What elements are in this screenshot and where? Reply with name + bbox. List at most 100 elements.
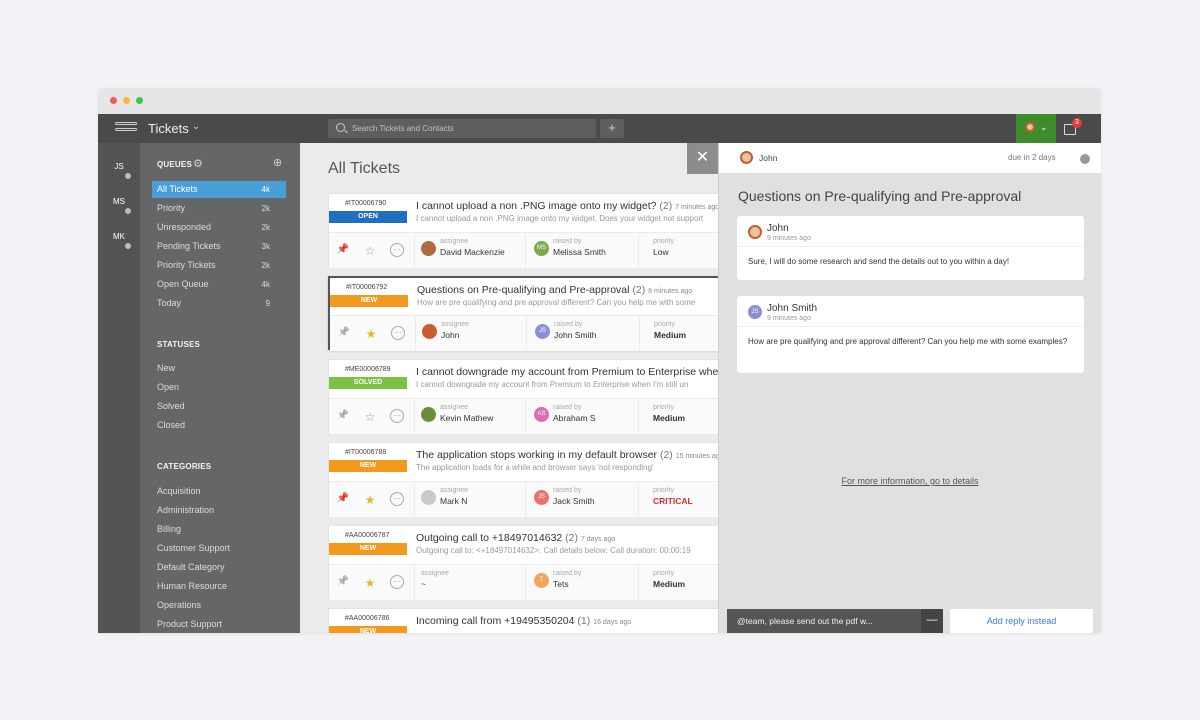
- minimize-window-button[interactable]: [123, 97, 130, 104]
- pin-icon[interactable]: 📌: [336, 493, 350, 504]
- close-detail-button[interactable]: ✕: [687, 143, 718, 174]
- ticket-subject[interactable]: Questions on Pre-qualifying and Pre-appr…: [417, 284, 737, 296]
- ticket-actions: 📌 ☆ ··· assignee David Mackenzie MS raised by M…: [329, 232, 727, 269]
- ticket-card[interactable]: #AA00006787 NEW Outgoing call to +18497014…: [328, 525, 728, 601]
- sidebar-item-category[interactable]: Human Resource: [152, 578, 286, 595]
- sidebar-item-queue[interactable]: Today 9: [152, 295, 286, 312]
- sidebar-item-category[interactable]: Operations: [152, 597, 286, 614]
- ticket-preview: Outgoing call to: <+18497014632>. Call d…: [416, 546, 691, 555]
- sidebar-item-queue[interactable]: Priority 2k: [152, 200, 286, 217]
- assignee-label: assignee: [440, 238, 469, 245]
- sidebar-item-count: 2k: [261, 223, 270, 232]
- app-window: Tickets ⌄ + ⌄ 3 JS MS MK QUEUES ⚙ ⊕ All …: [98, 88, 1101, 633]
- sidebar-item-label: All Tickets: [157, 184, 198, 194]
- assignee-name: ~: [421, 579, 426, 589]
- sidebar-item-queue[interactable]: Open Queue 4k: [152, 276, 286, 293]
- search-input[interactable]: [352, 119, 590, 138]
- agent-avatar[interactable]: JS: [108, 156, 132, 180]
- add-reply-button[interactable]: Add reply instead: [950, 609, 1093, 633]
- sidebar-item-queue[interactable]: Priority Tickets 2k: [152, 257, 286, 274]
- more-options-icon[interactable]: ···: [390, 575, 404, 589]
- ticket-card[interactable]: #IT00006788 NEW The application stops work…: [328, 442, 728, 518]
- divider: [414, 565, 415, 601]
- ticket-list-pane: All Tickets #IT00006790 OPEN I cannot uplo…: [300, 143, 728, 633]
- sidebar-item-category[interactable]: Administration: [152, 502, 286, 519]
- ticket-subject[interactable]: Outgoing call to +18497014632 (2) 7 days…: [416, 532, 736, 544]
- ticket-card[interactable]: #IT00006790 OPEN I cannot upload a non .PN…: [328, 193, 728, 269]
- notifications-button[interactable]: 3: [1064, 118, 1082, 136]
- sidebar-item-status[interactable]: Closed: [152, 417, 286, 434]
- ticket-subject[interactable]: I cannot upload a non .PNG image onto my…: [416, 200, 736, 212]
- sidebar-item-category[interactable]: Customer Support: [152, 540, 286, 557]
- ticket-actions: 📌 ★ ··· assignee John JS raised by John Smith pr…: [330, 315, 726, 352]
- star-icon[interactable]: ☆: [363, 410, 377, 424]
- sidebar-item-category[interactable]: Acquisition: [152, 483, 286, 500]
- pin-icon[interactable]: 📌: [336, 244, 350, 255]
- minimize-reply-button[interactable]: —: [921, 609, 943, 633]
- raised-by-avatar: AS: [534, 407, 549, 422]
- user-menu-button[interactable]: ⌄: [1016, 114, 1056, 143]
- sidebar-item-status[interactable]: Open: [152, 379, 286, 396]
- more-options-icon[interactable]: ···: [391, 326, 405, 340]
- ticket-subject-text: The application stops working in my defa…: [416, 449, 658, 461]
- agent-avatar[interactable]: MS: [108, 191, 132, 215]
- raised-by-label: raised by: [553, 404, 582, 411]
- assignee-name: Kevin Mathew: [440, 413, 494, 423]
- ticket-card[interactable]: #IT00006792 NEW Questions on Pre-qualifyin…: [328, 276, 728, 352]
- app-title[interactable]: Tickets: [148, 121, 189, 136]
- ticket-card[interactable]: #ME00006789 SOLVED I cannot downgrade my a…: [328, 359, 728, 435]
- sidebar-item-label: Priority Tickets: [157, 260, 216, 270]
- close-window-button[interactable]: [110, 97, 117, 104]
- sidebar-item-category[interactable]: Product Support: [152, 616, 286, 633]
- sidebar-item-status[interactable]: New: [152, 360, 286, 377]
- assigned-agent-name[interactable]: John: [759, 153, 777, 163]
- sidebar-item-queue[interactable]: Pending Tickets 3k: [152, 238, 286, 255]
- status-badge: SOLVED: [329, 377, 407, 389]
- details-link[interactable]: For more information, go to details: [719, 476, 1101, 486]
- gear-icon[interactable]: ⚙: [193, 157, 203, 170]
- more-options-icon[interactable]: ···: [390, 243, 404, 257]
- star-icon[interactable]: ★: [363, 576, 377, 590]
- agent-initials: JS: [114, 162, 124, 171]
- assignee-avatar: [422, 324, 437, 339]
- reply-draft[interactable]: @team, please send out the pdf w...: [727, 609, 942, 633]
- raised-by-label: raised by: [553, 487, 582, 494]
- sidebar-item-label: Open Queue: [157, 279, 209, 289]
- sidebar-item-queue[interactable]: All Tickets 4k: [152, 181, 286, 198]
- sidebar-item-queue[interactable]: Unresponded 2k: [152, 219, 286, 236]
- star-icon[interactable]: ☆: [363, 244, 377, 258]
- priority-value: Low: [653, 247, 669, 257]
- pin-icon[interactable]: 📌: [336, 410, 350, 421]
- divider: [737, 326, 1084, 327]
- divider: [414, 482, 415, 518]
- star-icon[interactable]: ★: [363, 493, 377, 507]
- ticket-card[interactable]: #AA00006786 NEW Incoming call from +194953…: [328, 608, 728, 633]
- ticket-subject[interactable]: The application stops working in my defa…: [416, 449, 736, 461]
- maximize-window-button[interactable]: [136, 97, 143, 104]
- more-options-icon[interactable]: ···: [390, 409, 404, 423]
- pin-icon[interactable]: 📌: [337, 327, 351, 338]
- status-dot: [124, 242, 132, 250]
- ticket-subject[interactable]: I cannot downgrade my account from Premi…: [416, 366, 736, 378]
- status-badge: NEW: [330, 295, 408, 307]
- status-dot[interactable]: [1080, 154, 1090, 164]
- top-bar: Tickets ⌄ + ⌄ 3: [98, 114, 1101, 143]
- agent-avatar[interactable]: MK: [108, 226, 132, 250]
- add-queue-icon[interactable]: ⊕: [273, 156, 282, 169]
- raised-by-label: raised by: [553, 238, 582, 245]
- more-options-icon[interactable]: ···: [390, 492, 404, 506]
- add-button[interactable]: +: [600, 119, 624, 138]
- sidebar-item-category[interactable]: Billing: [152, 521, 286, 538]
- sidebar-item-category[interactable]: Default Category: [152, 559, 286, 576]
- chevron-down-icon[interactable]: ⌄: [192, 121, 200, 132]
- priority-label: priority: [653, 404, 675, 411]
- search-box[interactable]: [328, 119, 596, 138]
- pin-icon[interactable]: 📌: [336, 576, 350, 587]
- status-badge: OPEN: [329, 211, 407, 223]
- star-icon[interactable]: ★: [364, 327, 378, 341]
- menu-icon[interactable]: [115, 122, 137, 135]
- ticket-subject[interactable]: Incoming call from +19495350204 (1) 16 d…: [416, 615, 736, 627]
- message-body: How are pre qualifying and pre approval …: [748, 337, 1068, 346]
- sidebar-item-status[interactable]: Solved: [152, 398, 286, 415]
- search-icon: [336, 123, 345, 132]
